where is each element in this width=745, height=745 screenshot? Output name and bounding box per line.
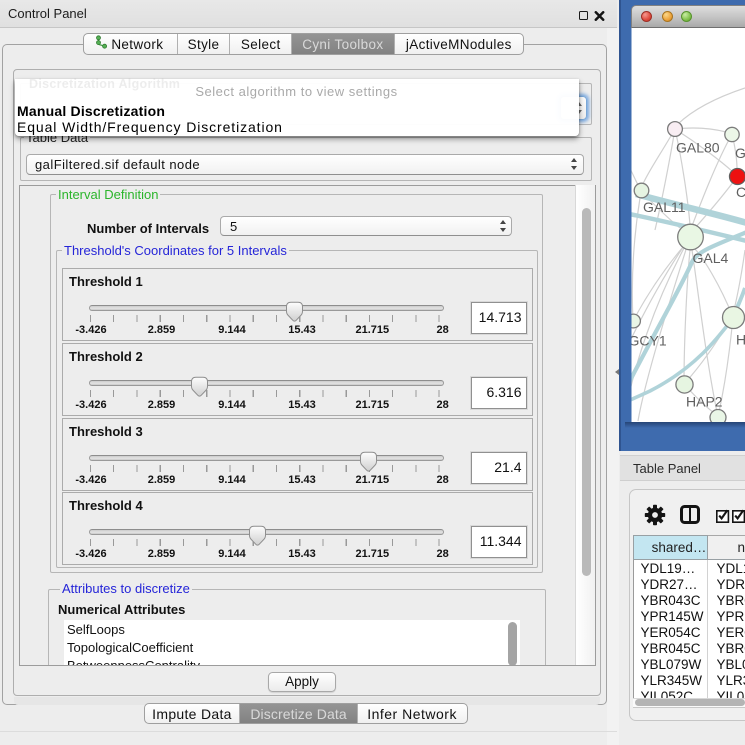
svg-text:GA: GA xyxy=(735,145,745,161)
svg-text:GAL80: GAL80 xyxy=(676,140,720,156)
svg-text:H: H xyxy=(736,332,745,348)
svg-text:HAP2: HAP2 xyxy=(686,394,723,410)
svg-text:GCY1: GCY1 xyxy=(629,333,667,349)
svg-text:GAL4: GAL4 xyxy=(693,250,729,266)
svg-text:C: C xyxy=(736,184,745,200)
svg-text:GAL11: GAL11 xyxy=(643,199,686,215)
